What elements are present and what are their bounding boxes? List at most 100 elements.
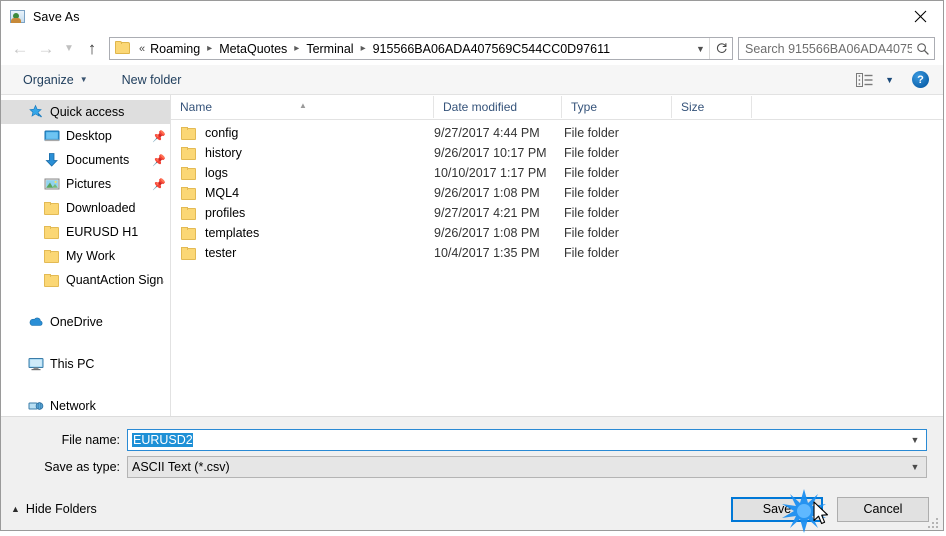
sidebar-item-my-work[interactable]: My Work [1,244,170,268]
file-date-cell: 9/27/2017 4:44 PM [434,126,540,140]
hide-folders-label: Hide Folders [25,502,97,516]
back-button[interactable]: ← [7,36,33,62]
file-name-label: logs [205,166,228,180]
column-header-date-modified[interactable]: Date modified [434,96,562,118]
folder-icon [181,185,197,201]
breadcrumb-item-metaquotes[interactable]: MetaQuotes [217,42,289,56]
file-name-row: File name: EURUSD2 ▼ [1,428,943,452]
up-arrow-icon: ↑ [87,39,97,58]
table-row[interactable]: history 9/26/2017 10:17 PM File folder [171,143,943,163]
sidebar-item-label: Desktop [66,129,112,143]
file-name-dropdown-button[interactable]: ▼ [904,435,926,445]
breadcrumb-separator-icon[interactable]: ▸ [289,43,304,54]
search-icon [912,42,934,56]
table-row[interactable]: config 9/27/2017 4:44 PM File folder [171,123,943,143]
column-header-type[interactable]: Type [562,96,672,118]
file-name-cell: history [171,145,434,161]
sidebar-item-documents[interactable]: Documents 📌 [1,148,170,172]
breadcrumb-overflow[interactable]: « [136,43,148,55]
save-as-type-dropdown-button[interactable]: ▼ [904,462,926,472]
new-folder-button[interactable]: New folder [116,70,188,90]
title-bar: Save As [1,1,943,32]
chevron-down-icon: ▼ [910,435,920,446]
file-name-combobox[interactable]: EURUSD2 ▼ [127,429,927,452]
pin-icon[interactable]: 📌 [152,130,166,143]
hide-folders-button[interactable]: ▲ Hide Folders [11,502,97,516]
folder-icon [44,224,60,240]
file-name-label: File name: [61,433,120,448]
dialog-button-bar: ▲ Hide Folders Save Cancel [1,488,943,530]
view-options-button[interactable]: ▼ [856,72,896,87]
folder-icon [181,205,197,221]
address-bar[interactable]: « Roaming ▸ MetaQuotes ▸ Terminal ▸ 9155… [109,37,733,60]
folder-icon [181,225,197,241]
breadcrumb-item-terminal[interactable]: Terminal [304,42,355,56]
folder-icon [181,165,197,181]
search-box[interactable]: Search 915566BA06ADA40756... [738,37,935,60]
forward-button[interactable]: → [33,36,59,62]
sidebar-item-label: Pictures [66,177,112,191]
onedrive-icon [28,314,44,330]
table-row[interactable]: profiles 9/27/2017 4:21 PM File folder [171,203,943,223]
breadcrumb-item-roaming[interactable]: Roaming [148,42,202,56]
sidebar-item-desktop[interactable]: Desktop 📌 [1,124,170,148]
sidebar-item-label: This PC [50,357,95,371]
sidebar-item-pictures[interactable]: Pictures 📌 [1,172,170,196]
sidebar-item-this-pc[interactable]: This PC [1,352,170,376]
command-toolbar: Organize ▼ New folder ▼ ? [1,65,943,95]
sidebar-item-label: EURUSD H1 [66,225,139,239]
chevron-down-icon: ▼ [885,74,894,85]
save-as-dialog: Save As ← → ▼ ↑ « Roaming ▸ MetaQuotes ▸… [0,0,944,533]
file-date-cell: 10/4/2017 1:35 PM [434,246,540,260]
chevron-down-icon: ▼ [696,43,705,54]
breadcrumb-separator-icon[interactable]: ▸ [356,43,371,54]
table-row[interactable]: tester 10/4/2017 1:35 PM File folder [171,243,943,263]
cancel-button[interactable]: Cancel [837,496,929,522]
table-row[interactable]: MQL4 9/26/2017 1:08 PM File folder [171,183,943,203]
table-row[interactable]: logs 10/10/2017 1:17 PM File folder [171,163,943,183]
breadcrumb-item-terminal-id[interactable]: 915566BA06ADA407569C544CC0D97611 [371,42,612,56]
chevron-down-icon: ▼ [79,75,88,84]
file-type-cell: File folder [564,226,619,240]
sidebar-item-onedrive[interactable]: OneDrive [1,310,170,334]
sidebar-item-quick-access[interactable]: Quick access [1,100,170,124]
column-header-name[interactable]: Name ▲ [171,96,434,118]
navigation-sidebar: Quick access Desktop 📌 Documents 📌 Pictu… [1,95,171,417]
sidebar-item-eurusd-h1[interactable]: EURUSD H1 [1,220,170,244]
sidebar-item-downloaded[interactable]: Downloaded [1,196,170,220]
save-as-type-row: Save as type: ASCII Text (*.csv) ▼ [1,455,943,479]
search-input[interactable]: Search 915566BA06ADA40756... [739,42,912,56]
folder-icon [181,145,197,161]
network-icon [28,398,44,414]
column-header-size[interactable]: Size [672,96,752,118]
save-as-type-value: ASCII Text (*.csv) [132,460,230,475]
table-row[interactable]: templates 9/26/2017 1:08 PM File folder [171,223,943,243]
file-name-input[interactable]: EURUSD2 [128,433,904,448]
pin-icon[interactable]: 📌 [152,178,166,191]
file-name-value: EURUSD2 [132,433,193,448]
file-name-label: tester [205,246,237,260]
file-type-cell: File folder [564,166,619,180]
organize-button[interactable]: Organize ▼ [17,70,94,90]
resize-grip[interactable] [928,516,940,528]
refresh-icon [716,43,727,53]
help-button[interactable]: ? [912,71,929,88]
close-button[interactable] [897,1,943,31]
back-arrow-icon: ← [11,39,29,58]
sort-ascending-icon: ▲ [299,101,307,110]
star-pin-icon [28,104,44,120]
sidebar-item-label: Network [50,399,96,413]
breadcrumb-separator-icon[interactable]: ▸ [202,43,217,54]
sidebar-item-quantaction-signal[interactable]: QuantAction Signal [1,268,170,292]
up-button[interactable]: ↑ [79,36,105,62]
address-dropdown-button[interactable]: ▼ [692,44,709,54]
save-as-type-combobox[interactable]: ASCII Text (*.csv) ▼ [127,456,927,479]
recent-locations-button[interactable]: ▼ [59,36,79,62]
pin-icon[interactable]: 📌 [152,154,166,167]
refresh-button[interactable] [709,38,732,59]
this-pc-icon [28,356,44,372]
save-button[interactable]: Save [731,496,823,522]
sidebar-item-network[interactable]: Network [1,394,170,416]
